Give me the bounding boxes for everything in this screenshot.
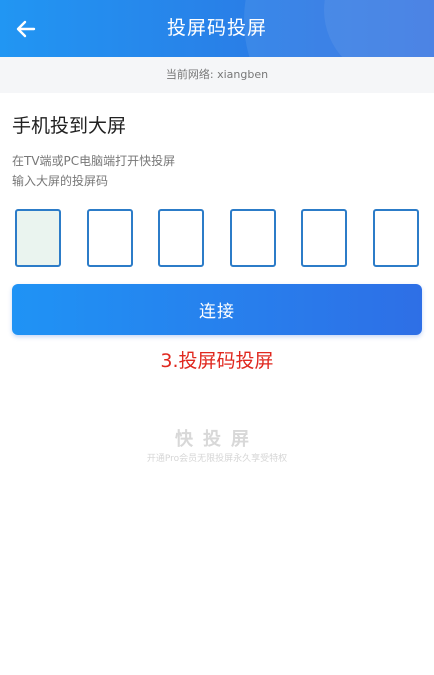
code-input-row xyxy=(15,209,419,267)
arrow-left-icon xyxy=(16,20,36,38)
code-input-1[interactable] xyxy=(15,209,61,267)
page-title: 投屏码投屏 xyxy=(166,17,267,39)
instructions: 在TV端或PC电脑端打开快投屏 输入大屏的投屏码 xyxy=(12,151,175,191)
step-annotation: 3.投屏码投屏 xyxy=(160,350,274,372)
code-input-4[interactable] xyxy=(229,209,276,267)
code-input-2[interactable] xyxy=(86,209,133,267)
instruction-line-1: 在TV端或PC电脑端打开快投屏 xyxy=(12,154,176,168)
code-input-3[interactable] xyxy=(158,209,205,267)
watermark-subtitle: 开通Pro会员无限投屏永久享受特权 xyxy=(146,454,288,464)
header-bar: 投屏码投屏 xyxy=(0,0,434,57)
back-button[interactable] xyxy=(10,13,42,45)
network-status: 当前网络: xiangben xyxy=(0,57,434,93)
instruction-line-2: 输入大屏的投屏码 xyxy=(12,174,109,188)
watermark-title: 快投屏 xyxy=(175,429,259,450)
code-input-5[interactable] xyxy=(301,209,348,267)
connect-button[interactable]: 连接 xyxy=(12,284,422,335)
code-input-6[interactable] xyxy=(372,209,419,267)
section-title: 手机投到大屏 xyxy=(12,115,127,137)
